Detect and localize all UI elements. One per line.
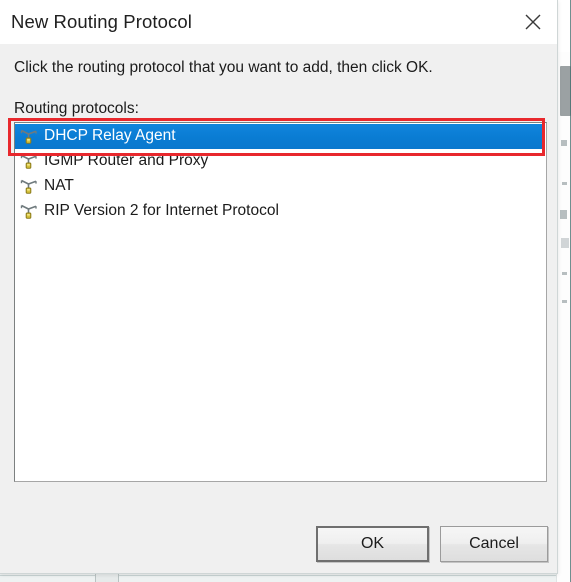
list-item-label: IGMP Router and Proxy xyxy=(44,152,209,170)
new-routing-protocol-dialog: New Routing Protocol Click the routing p… xyxy=(0,0,558,574)
close-icon[interactable] xyxy=(509,0,557,44)
routing-protocols-listbox[interactable]: DHCP Relay Agent IGMP Router and Proxy NAT… xyxy=(14,122,547,482)
background-window-content xyxy=(557,0,571,582)
routing-protocol-icon xyxy=(19,128,44,146)
cancel-button-label: Cancel xyxy=(469,535,519,552)
background-divider-line xyxy=(0,575,556,576)
routing-protocol-icon xyxy=(19,178,44,196)
list-item-label: DHCP Relay Agent xyxy=(44,127,176,145)
background-taskbar-fragment xyxy=(95,573,119,582)
ok-button-label: OK xyxy=(360,535,385,552)
list-item[interactable]: NAT xyxy=(15,174,546,199)
list-item[interactable]: RIP Version 2 for Internet Protocol xyxy=(15,199,546,224)
routing-protocols-label: Routing protocols: xyxy=(14,100,139,117)
dialog-body: Click the routing protocol that you want… xyxy=(0,44,557,573)
routing-protocol-icon xyxy=(19,203,44,221)
list-item-label: NAT xyxy=(44,177,74,195)
ok-button[interactable]: OK xyxy=(316,526,429,562)
routing-protocol-icon xyxy=(19,153,44,171)
dialog-title: New Routing Protocol xyxy=(11,11,192,32)
list-item[interactable]: DHCP Relay Agent xyxy=(15,124,545,149)
instruction-text: Click the routing protocol that you want… xyxy=(14,59,433,76)
dialog-titlebar: New Routing Protocol xyxy=(0,0,557,44)
list-item[interactable]: IGMP Router and Proxy xyxy=(15,149,546,174)
cancel-button[interactable]: Cancel xyxy=(440,526,548,562)
list-item-label: RIP Version 2 for Internet Protocol xyxy=(44,202,279,220)
background-window-edge[interactable] xyxy=(556,0,571,582)
